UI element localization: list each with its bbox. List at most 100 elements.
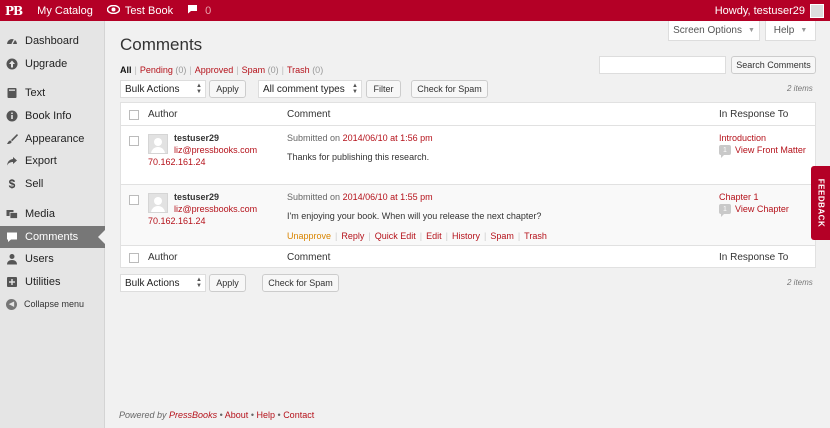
footer-separator: • <box>219 410 223 420</box>
my-catalog-link[interactable]: My Catalog <box>30 0 100 21</box>
row-checkbox[interactable] <box>129 136 139 146</box>
utilities-icon <box>6 276 18 288</box>
select-all-checkbox-bottom[interactable] <box>129 253 139 263</box>
filter-trash[interactable]: Trash <box>287 65 310 75</box>
check-spam-button-bottom[interactable]: Check for Spam <box>262 274 339 292</box>
sidebar-item-export[interactable]: Export <box>0 150 105 172</box>
comment-date-link[interactable]: 2014/06/10 at 1:56 pm <box>343 133 433 143</box>
column-in-response-to-footer[interactable]: In Response To <box>719 252 788 263</box>
filter-button[interactable]: Filter <box>366 80 401 98</box>
test-book-label: Test Book <box>124 4 174 17</box>
author-ip-link[interactable]: 70.162.161.24 <box>148 157 206 167</box>
test-book-link[interactable]: Test Book <box>100 0 180 21</box>
howdy-user-menu[interactable]: Howdy, testuser29 <box>708 0 830 21</box>
help-label: Help <box>773 25 795 36</box>
author-email-link[interactable]: liz@pressbooks.com <box>174 204 257 214</box>
reply-link[interactable]: Reply <box>341 231 364 241</box>
info-icon <box>6 110 18 122</box>
feedback-tab[interactable]: FEEDBACK <box>811 166 830 240</box>
bulk-actions-value: Bulk Actions <box>125 83 180 95</box>
action-separator: | <box>517 231 521 241</box>
filter-all[interactable]: All <box>120 65 132 75</box>
avatar <box>148 134 168 154</box>
filter-approved[interactable]: Approved <box>195 65 234 75</box>
history-link[interactable]: History <box>452 231 480 241</box>
adminbar-comments-link[interactable]: 0 <box>180 0 218 21</box>
comment-date-link[interactable]: 2014/06/10 at 1:55 pm <box>343 192 433 202</box>
row-checkbox[interactable] <box>129 195 139 205</box>
collapse-menu-label: Collapse menu <box>24 299 85 309</box>
row-actions: Unapprove | Reply | Quick Edit | Edit | History |… <box>287 231 547 241</box>
author-email-link[interactable]: liz@pressbooks.com <box>174 145 257 155</box>
pressbooks-logo[interactable]: PB <box>0 0 30 21</box>
howdy-label: Howdy, testuser29 <box>714 4 805 17</box>
filter-spam[interactable]: Spam <box>242 65 266 75</box>
about-link[interactable]: About <box>225 410 249 420</box>
comment-count-icon[interactable]: 1 <box>719 145 731 158</box>
admin-sidebar: Dashboard Upgrade Text Book Info Appeara… <box>0 21 105 428</box>
book-icon <box>6 87 18 99</box>
sidebar-item-users[interactable]: Users <box>0 248 105 270</box>
sidebar-item-upgrade[interactable]: Upgrade <box>0 53 105 75</box>
admin-bar: PB My Catalog Test Book 0 Howdy, testuse… <box>0 0 830 21</box>
apply-button-top[interactable]: Apply <box>209 80 246 98</box>
collapse-menu-button[interactable]: ◀ Collapse menu <box>0 293 105 315</box>
sidebar-item-book-info[interactable]: Book Info <box>0 105 105 127</box>
sidebar-item-appearance[interactable]: Appearance <box>0 128 105 150</box>
author-ip-link[interactable]: 70.162.161.24 <box>148 216 206 226</box>
response-title-link[interactable]: Chapter 1 <box>719 192 759 202</box>
column-author[interactable]: Author <box>148 109 177 120</box>
collapse-arrow-icon: ◀ <box>6 298 17 310</box>
pressbooks-link[interactable]: PressBooks <box>169 410 217 420</box>
filter-pending[interactable]: Pending <box>140 65 173 75</box>
trash-link[interactable]: Trash <box>524 231 547 241</box>
unapprove-link[interactable]: Unapprove <box>287 231 331 241</box>
feedback-label: FEEDBACK <box>816 178 825 228</box>
table-row: testuser29 liz@pressbooks.com 70.162.161… <box>121 185 815 245</box>
sidebar-item-dashboard[interactable]: Dashboard <box>0 30 105 52</box>
check-spam-button-top[interactable]: Check for Spam <box>411 80 488 98</box>
sidebar-item-media[interactable]: Media <box>0 203 105 225</box>
help-link[interactable]: Help <box>256 410 275 420</box>
search-input[interactable] <box>599 56 726 74</box>
dollar-icon: $ <box>8 177 16 191</box>
view-front-matter-link[interactable]: View Front Matter <box>735 145 806 155</box>
table-footer: Author Comment In Response To <box>121 245 815 268</box>
sidebar-item-text[interactable]: Text <box>0 82 105 104</box>
sidebar-item-label: Dashboard <box>25 35 79 47</box>
action-separator: | <box>419 231 423 241</box>
sidebar-item-sell[interactable]: $ Sell <box>0 173 105 195</box>
edit-link[interactable]: Edit <box>426 231 442 241</box>
comment-count-icon[interactable]: 1 <box>719 204 731 217</box>
spam-link[interactable]: Spam <box>490 231 514 241</box>
contact-link[interactable]: Contact <box>283 410 314 420</box>
select-all-checkbox[interactable] <box>129 110 139 120</box>
sidebar-item-label: Comments <box>25 231 79 243</box>
column-in-response-to[interactable]: In Response To <box>719 109 788 120</box>
select-arrows-icon: ▲ ▼ <box>196 83 202 95</box>
bulk-actions-select-bottom[interactable]: Bulk Actions ▲ ▼ <box>120 274 206 292</box>
view-chapter-link[interactable]: View Chapter <box>735 204 789 214</box>
help-tab[interactable]: Help ▼ <box>765 21 816 41</box>
footer: Powered by PressBooks • About • Help • C… <box>119 410 314 420</box>
quick-edit-link[interactable]: Quick Edit <box>375 231 416 241</box>
response-title-link[interactable]: Introduction <box>719 133 766 143</box>
column-comment: Comment <box>287 109 331 120</box>
column-author-footer[interactable]: Author <box>148 252 177 263</box>
comment-type-select[interactable]: All comment types ▲ ▼ <box>258 80 362 98</box>
search-comments-button[interactable]: Search Comments <box>731 56 816 74</box>
filter-trash-count: (0) <box>312 65 324 75</box>
apply-button-bottom[interactable]: Apply <box>209 274 246 292</box>
bulk-actions-select-top[interactable]: Bulk Actions ▲ ▼ <box>120 80 206 98</box>
page-title: Comments <box>120 35 203 54</box>
sidebar-item-comments[interactable]: Comments <box>0 226 105 248</box>
sidebar-item-utilities[interactable]: Utilities <box>0 271 105 293</box>
comment-bubble-icon <box>187 4 198 17</box>
media-icon <box>6 208 18 220</box>
response-view: 1 View Front Matter <box>719 145 806 158</box>
filter-separator: | <box>236 65 239 75</box>
screen-options-tab[interactable]: Screen Options ▼ <box>668 21 760 41</box>
sidebar-item-label: Export <box>25 155 57 167</box>
powered-by-label: Powered by <box>119 410 167 420</box>
caret-down-icon: ▼ <box>748 27 755 34</box>
